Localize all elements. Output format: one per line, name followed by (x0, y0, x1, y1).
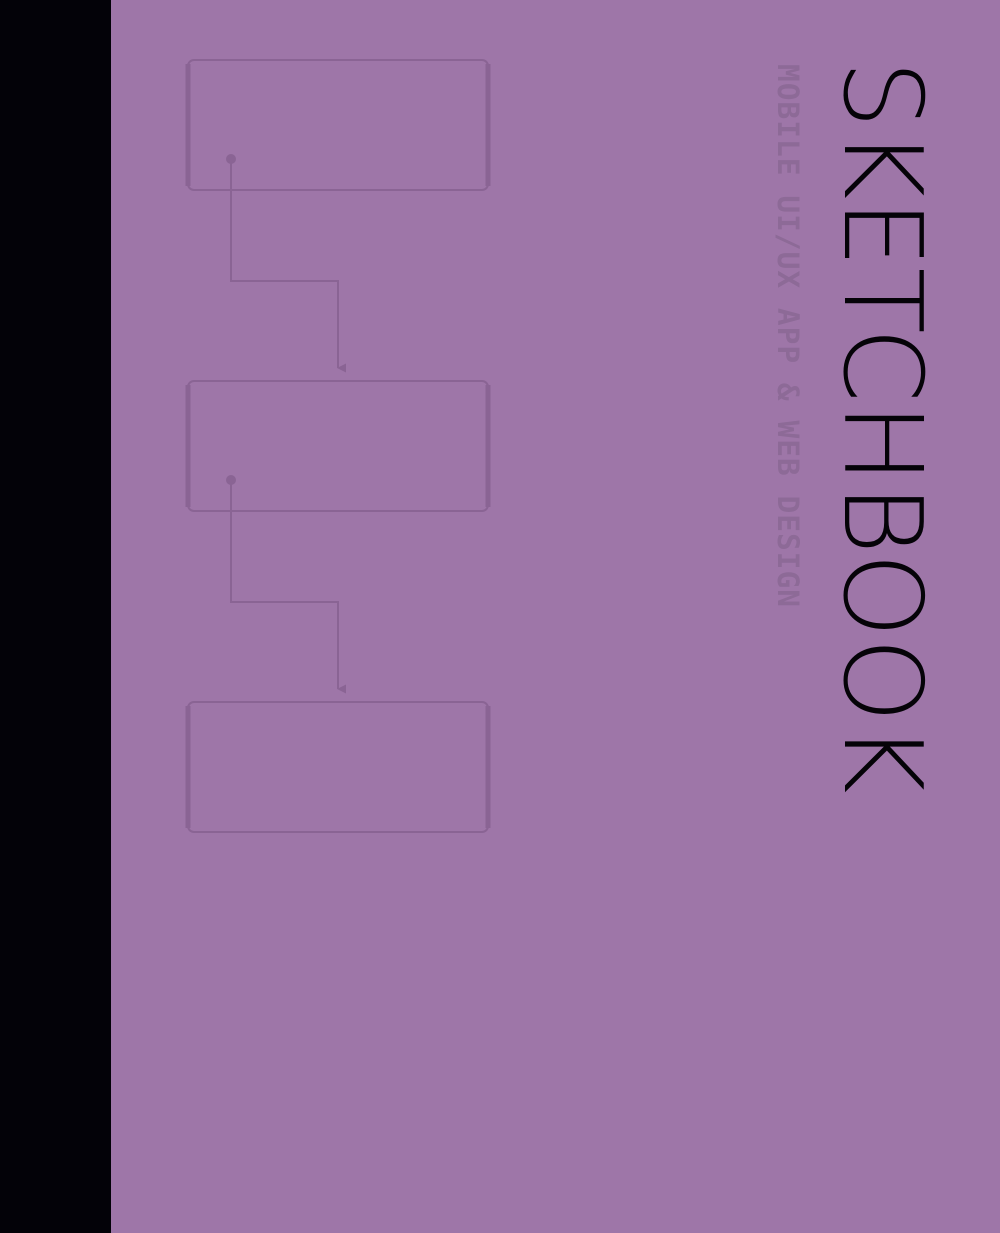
wireframe-screen-2 (185, 380, 491, 512)
cover-subtitle: MOBILE UI/UX APP & WEB DESIGN (771, 64, 805, 609)
cover-title: SKETCHBOOK (819, 60, 944, 794)
flow-arrow-2 (226, 475, 347, 694)
wireframe-screen-3 (185, 701, 491, 833)
book-cover: SKETCHBOOK MOBILE UI/UX APP & WEB DESIGN (0, 0, 1000, 1233)
flow-arrow-1 (226, 154, 347, 373)
wireframe-screen-1 (185, 59, 491, 191)
